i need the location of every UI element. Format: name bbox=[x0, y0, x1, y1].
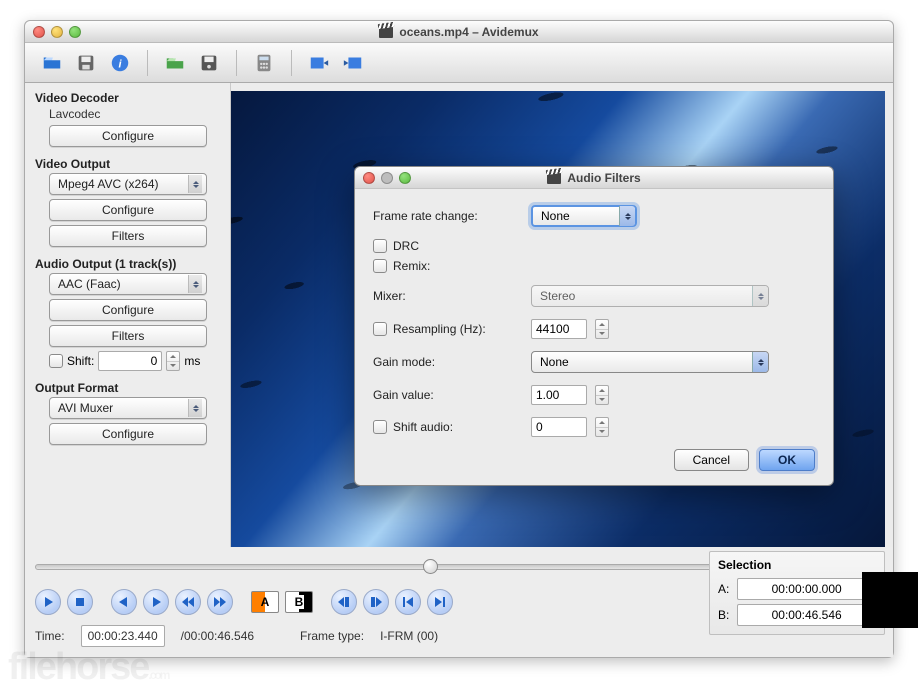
time-total: /00:00:46.546 bbox=[181, 629, 254, 643]
remix-label: Remix: bbox=[393, 259, 430, 273]
gain-value-stepper[interactable] bbox=[595, 385, 609, 405]
gain-value-label: Gain value: bbox=[373, 388, 523, 402]
resampling-label: Resampling (Hz): bbox=[393, 322, 486, 336]
gain-mode-label: Gain mode: bbox=[373, 355, 523, 369]
cancel-button[interactable]: Cancel bbox=[674, 449, 749, 471]
clapperboard-icon bbox=[379, 26, 393, 38]
resampling-input[interactable] bbox=[531, 319, 587, 339]
main-titlebar[interactable]: oceans.mp4 – Avidemux bbox=[25, 21, 893, 43]
mixer-label: Mixer: bbox=[373, 289, 523, 303]
audio-shift-label: Shift: bbox=[67, 354, 94, 368]
sidebar: Video Decoder Lavcodec Configure Video O… bbox=[25, 83, 231, 547]
dialog-title: Audio Filters bbox=[567, 171, 640, 185]
save-project-button[interactable] bbox=[194, 49, 224, 77]
dialog-titlebar[interactable]: Audio Filters bbox=[355, 167, 833, 189]
frame-type-label: Frame type: bbox=[300, 629, 364, 643]
next-frame-button[interactable] bbox=[143, 589, 169, 615]
calculator-button[interactable] bbox=[249, 49, 279, 77]
selection-panel: Selection A: 00:00:00.000 B: 00:00:46.54… bbox=[709, 551, 885, 635]
shift-audio-input[interactable] bbox=[531, 417, 587, 437]
prev-black-frame-button[interactable] bbox=[331, 589, 357, 615]
selection-title: Selection bbox=[718, 558, 876, 572]
video-decoder-section: Video Decoder Lavcodec Configure bbox=[35, 91, 220, 147]
drc-label: DRC bbox=[393, 239, 419, 253]
audio-output-section: Audio Output (1 track(s)) AAC (Faac) Con… bbox=[35, 257, 220, 371]
video-decoder-heading: Video Decoder bbox=[35, 91, 220, 105]
output-format-heading: Output Format bbox=[35, 381, 220, 395]
video-output-section: Video Output Mpeg4 AVC (x264) Configure … bbox=[35, 157, 220, 247]
audio-output-configure-button[interactable]: Configure bbox=[49, 299, 207, 321]
time-label: Time: bbox=[35, 629, 65, 643]
video-output-select[interactable]: Mpeg4 AVC (x264) bbox=[49, 173, 207, 195]
selection-b-value[interactable]: 00:00:46.546 bbox=[737, 604, 876, 626]
open-folder-button[interactable] bbox=[160, 49, 190, 77]
gain-mode-select[interactable]: None bbox=[531, 351, 769, 373]
save-button[interactable] bbox=[71, 49, 101, 77]
video-decoder-codec: Lavcodec bbox=[49, 107, 220, 121]
audio-shift-stepper[interactable] bbox=[166, 351, 180, 371]
frame-rate-select[interactable]: None bbox=[531, 205, 637, 227]
prev-frame-button[interactable] bbox=[111, 589, 137, 615]
preview-output-button[interactable] bbox=[338, 49, 368, 77]
watermark: filehorse.com bbox=[0, 644, 176, 691]
selection-a-value[interactable]: 00:00:00.000 bbox=[737, 578, 876, 600]
stop-button[interactable] bbox=[67, 589, 93, 615]
clapperboard-icon bbox=[547, 172, 561, 184]
output-format-configure-button[interactable]: Configure bbox=[49, 423, 207, 445]
output-format-select[interactable]: AVI Muxer bbox=[49, 397, 207, 419]
video-output-filters-button[interactable]: Filters bbox=[49, 225, 207, 247]
frame-type-value: I-FRM (00) bbox=[380, 629, 438, 643]
play-button[interactable] bbox=[35, 589, 61, 615]
goto-end-button[interactable] bbox=[427, 589, 453, 615]
video-output-heading: Video Output bbox=[35, 157, 220, 171]
audio-output-select[interactable]: AAC (Faac) bbox=[49, 273, 207, 295]
video-output-configure-button[interactable]: Configure bbox=[49, 199, 207, 221]
next-black-frame-button[interactable] bbox=[363, 589, 389, 615]
set-marker-a-button[interactable]: A bbox=[251, 591, 279, 613]
output-format-section: Output Format AVI Muxer Configure bbox=[35, 381, 220, 445]
shift-audio-checkbox[interactable] bbox=[373, 420, 387, 434]
main-toolbar: i bbox=[25, 43, 893, 83]
resampling-checkbox[interactable] bbox=[373, 322, 387, 336]
selection-a-label: A: bbox=[718, 582, 729, 596]
prev-keyframe-button[interactable] bbox=[175, 589, 201, 615]
audio-shift-checkbox[interactable] bbox=[49, 354, 63, 368]
audio-shift-row: Shift: ms bbox=[49, 351, 207, 371]
audio-output-heading: Audio Output (1 track(s)) bbox=[35, 257, 220, 271]
ok-button[interactable]: OK bbox=[759, 449, 815, 471]
audio-shift-unit: ms bbox=[184, 354, 200, 368]
audio-shift-input[interactable] bbox=[98, 351, 162, 371]
shift-audio-stepper[interactable] bbox=[595, 417, 609, 437]
audio-filters-dialog: Audio Filters Frame rate change: None DR… bbox=[354, 166, 834, 486]
selection-thumbnail bbox=[862, 572, 918, 628]
next-keyframe-button[interactable] bbox=[207, 589, 233, 615]
set-marker-b-button[interactable]: B bbox=[285, 591, 313, 613]
video-decoder-configure-button[interactable]: Configure bbox=[49, 125, 207, 147]
window-title: oceans.mp4 – Avidemux bbox=[399, 25, 538, 39]
goto-start-button[interactable] bbox=[395, 589, 421, 615]
shift-audio-label: Shift audio: bbox=[393, 420, 453, 434]
resampling-stepper[interactable] bbox=[595, 319, 609, 339]
preview-input-button[interactable] bbox=[304, 49, 334, 77]
info-button[interactable]: i bbox=[105, 49, 135, 77]
drc-checkbox[interactable] bbox=[373, 239, 387, 253]
transport-panel: – + A B Time: bbox=[25, 547, 893, 657]
open-file-button[interactable] bbox=[37, 49, 67, 77]
mixer-select: Stereo bbox=[531, 285, 769, 307]
gain-value-input[interactable] bbox=[531, 385, 587, 405]
frame-rate-label: Frame rate change: bbox=[373, 209, 523, 223]
audio-output-filters-button[interactable]: Filters bbox=[49, 325, 207, 347]
selection-b-label: B: bbox=[718, 608, 729, 622]
remix-checkbox[interactable] bbox=[373, 259, 387, 273]
timeline-thumb-icon[interactable] bbox=[423, 559, 438, 574]
